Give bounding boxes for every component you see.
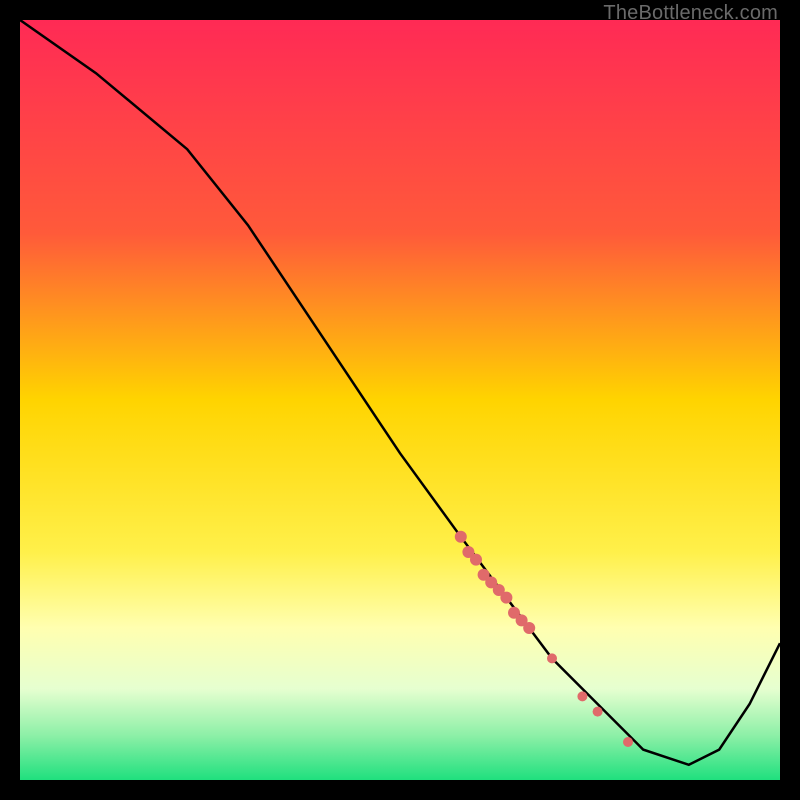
highlight-point xyxy=(455,531,467,543)
highlight-point xyxy=(470,554,482,566)
highlight-point xyxy=(547,653,557,663)
highlight-point xyxy=(523,622,535,634)
highlight-point xyxy=(577,691,587,701)
chart-svg xyxy=(20,20,780,780)
highlight-point xyxy=(623,737,633,747)
chart-background xyxy=(20,20,780,780)
highlight-point xyxy=(500,592,512,604)
chart-frame xyxy=(20,20,780,780)
highlight-point xyxy=(593,707,603,717)
